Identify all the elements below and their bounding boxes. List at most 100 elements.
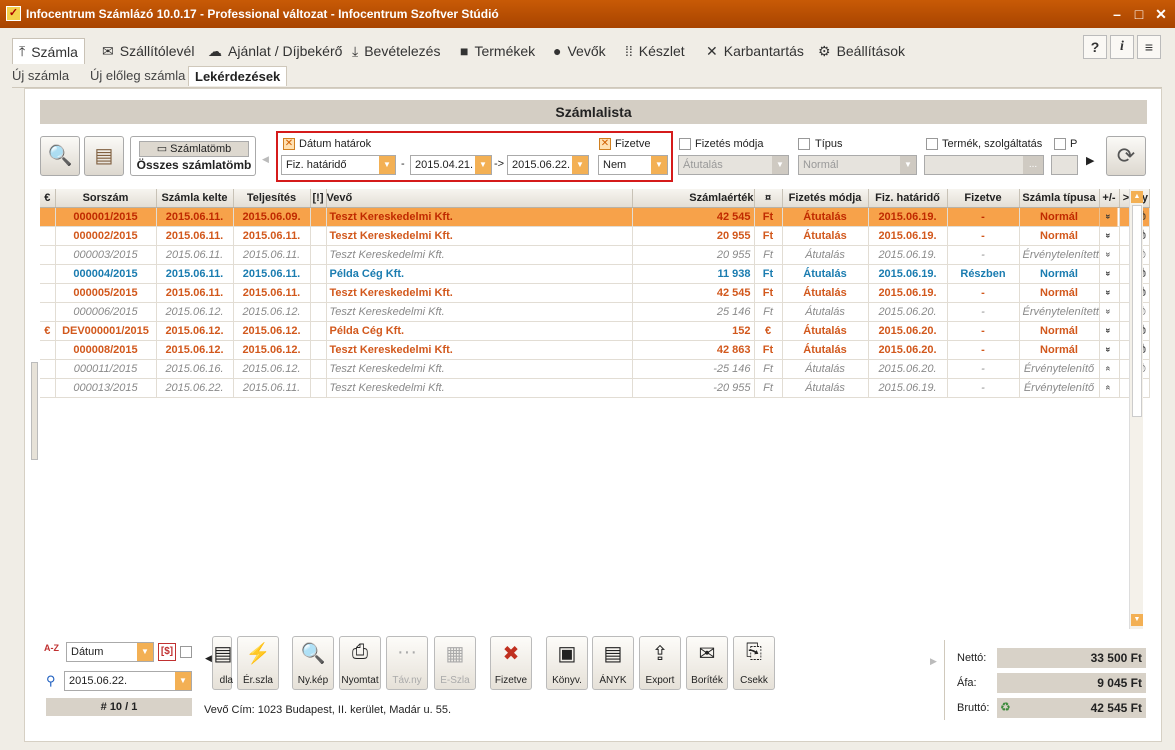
close-button[interactable]: ✕: [1152, 5, 1170, 23]
p-input[interactable]: [1051, 155, 1078, 175]
col-header-teljesites[interactable]: Teljesítés: [233, 189, 311, 208]
chevron-down-icon: ▼: [651, 156, 667, 174]
toolbar-scroll-left-icon[interactable]: ◀: [205, 653, 212, 664]
szamlatomb-selector[interactable]: ▭ Számlatömb Összes számlatömb: [130, 136, 256, 176]
col-header-plus-minus[interactable]: +/-: [1099, 189, 1120, 208]
date-from-input[interactable]: 2015.04.21. ▼: [410, 155, 492, 175]
subtab-uj-szamla[interactable]: Új számla: [12, 68, 69, 83]
void-invoice-button[interactable]: ⚡ Ér.szla: [237, 636, 279, 690]
termek-input[interactable]: ...: [924, 155, 1044, 175]
empty-row: [40, 530, 1149, 549]
ellipsis-icon[interactable]: ...: [1023, 156, 1043, 174]
table-row[interactable]: 000002/2015 2015.06.11. 2015.06.11. Teszt K…: [40, 225, 1150, 246]
refresh-button[interactable]: ⟳: [1106, 136, 1146, 176]
tab-beallitasok[interactable]: ⚙ Beállítások: [818, 38, 905, 64]
menu-icon[interactable]: ≡: [1137, 35, 1161, 59]
col-header-flag[interactable]: [!]: [310, 189, 327, 208]
col-header-vevo[interactable]: Vevő: [326, 189, 633, 208]
toolbar-scroll-right-icon[interactable]: ▶: [930, 656, 937, 667]
paid-bag-button[interactable]: ✖ Fizetve: [490, 636, 532, 690]
plus-minus-icon[interactable]: »: [1099, 206, 1119, 227]
fizetes-modja-checkbox[interactable]: [679, 138, 691, 150]
currency-checkbox[interactable]: [180, 646, 192, 658]
table-row[interactable]: € DEV000001/2015 2015.06.12. 2015.06.12. Pél…: [40, 320, 1150, 341]
maximize-button[interactable]: □: [1130, 5, 1148, 23]
table-row[interactable]: 000004/2015 2015.06.11. 2015.06.11. Példa C…: [40, 263, 1150, 284]
plus-minus-icon[interactable]: «: [1099, 377, 1119, 398]
search-folder-button[interactable]: 🔍: [40, 136, 80, 176]
info-icon[interactable]: i: [1110, 35, 1134, 59]
grid-scrollbar[interactable]: ▲ ▼: [1129, 189, 1143, 629]
subtab-lekerdezesek[interactable]: Lekérdezések: [188, 66, 288, 86]
tab-termekek[interactable]: ■ Termékek: [460, 38, 535, 64]
p-checkbox[interactable]: [1054, 138, 1066, 150]
accounting-button[interactable]: ▣ Könyv.: [546, 636, 588, 690]
sort-select[interactable]: Dátum ▼: [66, 642, 154, 662]
fizetes-modja-select[interactable]: Átutalás ▼: [678, 155, 789, 175]
tab-szallitolevel[interactable]: ✉ Szállítólevél: [102, 38, 194, 64]
subtab-uj-eloleg-szamla[interactable]: Új előleg számla: [90, 68, 185, 83]
col-header-fizetes-modja[interactable]: Fizetés módja: [782, 189, 869, 208]
scroll-up-icon[interactable]: ▲: [1131, 191, 1143, 203]
scroll-left-icon[interactable]: ◀: [262, 154, 269, 165]
plus-minus-icon[interactable]: »: [1099, 282, 1119, 303]
tab-vevok[interactable]: ● Vevők: [553, 38, 606, 64]
tab-keszlet[interactable]: ⁞⁞ Készlet: [625, 38, 685, 64]
plus-minus-icon[interactable]: »: [1099, 244, 1119, 265]
tab-karbantartas[interactable]: ✕ Karbantartás: [706, 38, 804, 64]
date-field-select[interactable]: Fiz. határidő ▼: [281, 155, 396, 175]
col-header-currency[interactable]: €: [40, 189, 56, 208]
preview-button[interactable]: 🔍 Ny.kép: [292, 636, 334, 690]
help-icon[interactable]: ?: [1083, 35, 1107, 59]
fizetve-checkbox[interactable]: ✕: [599, 138, 611, 150]
col-header-szamla-kelte[interactable]: Számla kelte: [156, 189, 234, 208]
currency-toggle-icon[interactable]: [$]: [158, 643, 176, 661]
side-panel-handle[interactable]: [31, 362, 38, 460]
plus-minus-icon[interactable]: »: [1099, 301, 1119, 322]
printer-button[interactable]: ⎙ Nyomtat: [339, 636, 381, 690]
table-row[interactable]: 000001/2015 2015.06.11. 2015.06.09. Teszt K…: [40, 206, 1150, 227]
date-to-input[interactable]: 2015.06.22. ▼: [507, 155, 589, 175]
col-header-fizetve[interactable]: Fizetve: [947, 189, 1020, 208]
brutto-label: Bruttó:: [957, 702, 990, 714]
plus-minus-icon[interactable]: »: [1099, 263, 1119, 284]
plus-minus-icon[interactable]: »: [1099, 320, 1119, 341]
tab-ajanlat[interactable]: ☁ Ajánlat / Díjbekérő: [208, 38, 342, 64]
datum-hatarok-checkbox[interactable]: ✕: [283, 138, 295, 150]
check-print-button[interactable]: ⎘ Csekk: [733, 636, 775, 690]
termek-checkbox[interactable]: [926, 138, 938, 150]
envelope-print-button[interactable]: ✉ Boríték: [686, 636, 728, 690]
export-button[interactable]: ⇪ Export: [639, 636, 681, 690]
minimize-button[interactable]: –: [1108, 5, 1126, 23]
szamlatomb-button[interactable]: ▭ Számlatömb: [139, 141, 249, 157]
table-row[interactable]: 000008/2015 2015.06.12. 2015.06.12. Teszt K…: [40, 339, 1150, 360]
tipus-select[interactable]: Normál ▼: [798, 155, 917, 175]
col-header-deviza[interactable]: ¤: [754, 189, 783, 208]
col-header-sorszam[interactable]: Sorszám: [55, 189, 157, 208]
col-header-szamlaertek[interactable]: Számlaérték: [632, 189, 755, 208]
plus-minus-icon[interactable]: »: [1099, 225, 1119, 246]
card-index-button[interactable]: ▤: [84, 136, 124, 176]
scroll-right-icon[interactable]: ▶: [1086, 154, 1094, 167]
ertek-cell: 25 146: [632, 302, 755, 322]
search-input[interactable]: 2015.06.22. ▼: [64, 671, 192, 691]
remote-print-button[interactable]: ··· Táv.ny: [386, 636, 428, 690]
table-row[interactable]: 000003/2015 2015.06.11. 2015.06.11. Teszt K…: [40, 244, 1150, 265]
col-header-fiz-hatarido[interactable]: Fiz. határidő: [868, 189, 948, 208]
table-row[interactable]: 000005/2015 2015.06.11. 2015.06.11. Teszt K…: [40, 282, 1150, 303]
table-row[interactable]: 000013/2015 2015.06.22. 2015.06.11. Teszt K…: [40, 377, 1150, 398]
table-row[interactable]: 000011/2015 2015.06.16. 2015.06.12. Teszt K…: [40, 358, 1150, 379]
table-row[interactable]: 000006/2015 2015.06.12. 2015.06.12. Teszt K…: [40, 301, 1150, 322]
tab-szamla[interactable]: ⤒ Számla: [12, 38, 85, 64]
fizetve-select[interactable]: Nem ▼: [598, 155, 668, 175]
tipus-checkbox[interactable]: [798, 138, 810, 150]
plus-minus-icon[interactable]: »: [1099, 339, 1119, 360]
scroll-down-icon[interactable]: ▼: [1131, 614, 1143, 626]
plus-minus-icon[interactable]: «: [1099, 358, 1119, 379]
col-header-szamla-tipusa[interactable]: Számla típusa: [1019, 189, 1100, 208]
partial-button[interactable]: ▤ dla: [212, 636, 233, 690]
scroll-thumb[interactable]: [1132, 205, 1142, 417]
e-invoice-button[interactable]: ▦ E-Szla: [434, 636, 476, 690]
tab-bevetelezes[interactable]: ⤓ Bevételezés: [352, 38, 440, 64]
anyk-button[interactable]: ▤ ÁNYK: [592, 636, 634, 690]
